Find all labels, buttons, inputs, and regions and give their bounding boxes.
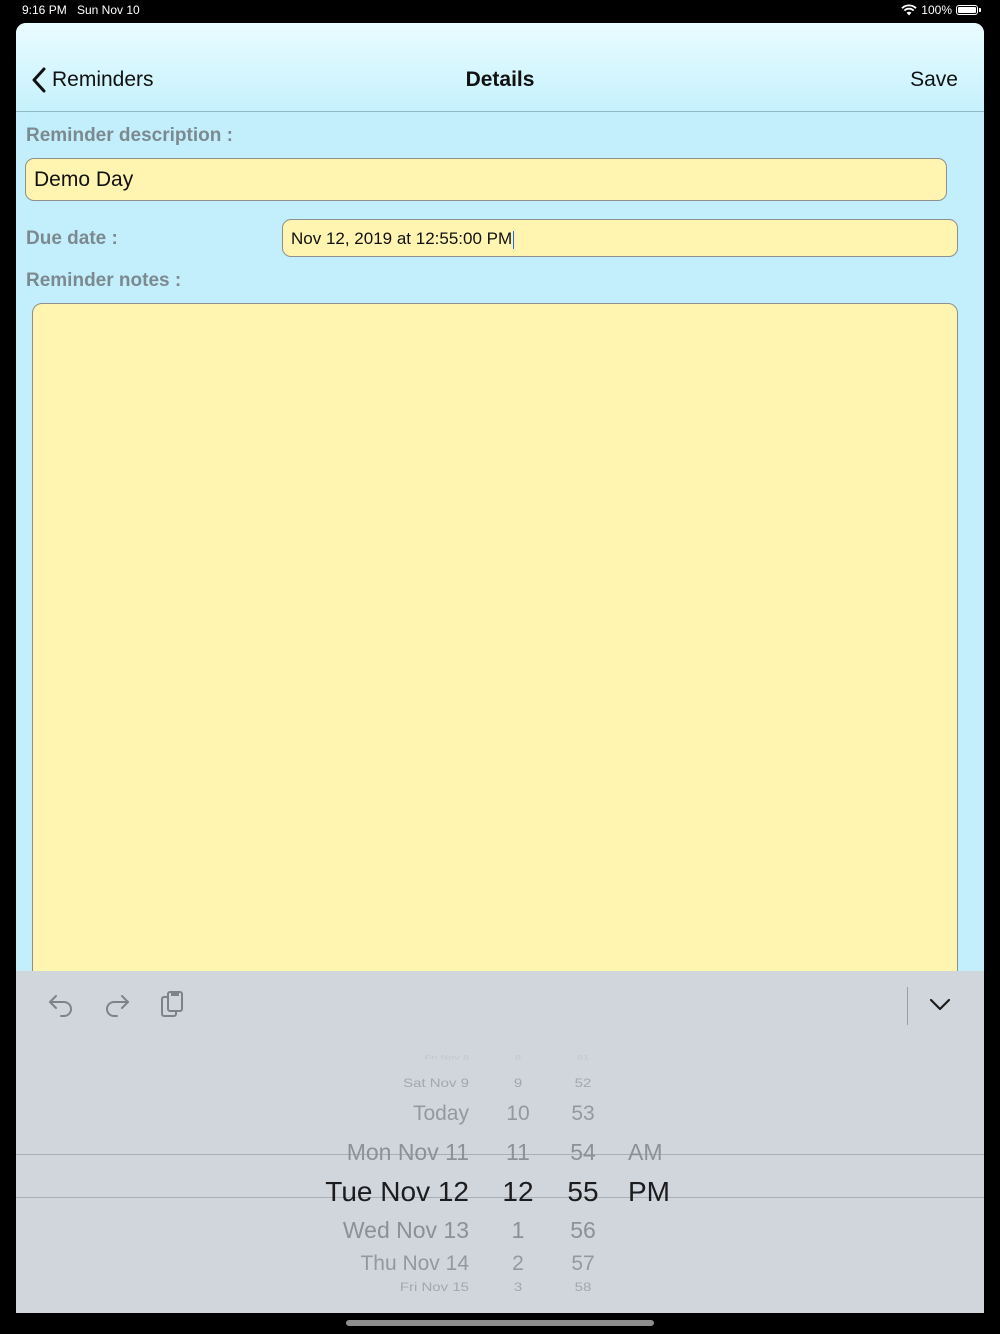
picker-minute-option[interactable]: 56 <box>551 1217 615 1244</box>
picker-minute-selected[interactable]: 55 <box>551 1176 615 1208</box>
chevron-down-icon[interactable] <box>925 989 955 1019</box>
picker-hour-option[interactable]: 1 <box>488 1217 548 1244</box>
picker-date-option[interactable]: Thu Nov 14 <box>360 1252 469 1276</box>
toolbar-divider <box>907 987 908 1025</box>
due-date-value: Nov 12, 2019 at 12:55:00 PM <box>291 229 513 248</box>
picker-date-selected[interactable]: Tue Nov 12 <box>325 1176 469 1208</box>
undo-icon[interactable] <box>46 989 76 1019</box>
picker-hour-option[interactable]: 2 <box>488 1252 548 1276</box>
picker-date-option[interactable]: Fri Nov 8 <box>424 1055 469 1062</box>
picker-hour-option[interactable]: 9 <box>488 1077 548 1091</box>
picker-date-option[interactable]: Mon Nov 11 <box>347 1139 469 1166</box>
picker-minute-option[interactable]: 52 <box>551 1077 615 1091</box>
input-accessory-area: Fri Nov 8 Sat Nov 9 Today Mon Nov 11 Tue… <box>16 971 984 1313</box>
picker-hour-selected[interactable]: 12 <box>488 1176 548 1208</box>
shortcut-toolbar <box>16 971 984 1041</box>
date-time-picker[interactable]: Fri Nov 8 Sat Nov 9 Today Mon Nov 11 Tue… <box>16 1051 984 1294</box>
battery-percent: 100% <box>921 3 952 17</box>
picker-minute-option[interactable]: 54 <box>551 1139 615 1166</box>
home-indicator[interactable] <box>346 1320 654 1326</box>
wifi-icon <box>901 4 917 16</box>
details-sheet: Reminders Details Save Reminder descript… <box>16 23 984 1313</box>
notes-label: Reminder notes : <box>26 270 182 291</box>
due-date-label: Due date : <box>26 228 118 249</box>
picker-ampm-option[interactable]: AM <box>628 1139 663 1166</box>
status-time: 9:16 PM <box>22 3 67 17</box>
picker-minute-option[interactable]: 58 <box>551 1281 615 1295</box>
picker-minute-option[interactable]: 51 <box>551 1055 615 1062</box>
status-bar: 9:16 PM Sun Nov 10 100% <box>0 0 1000 22</box>
picker-hour-option[interactable]: 8 <box>488 1055 548 1062</box>
notes-textarea[interactable] <box>32 303 958 1023</box>
status-right: 100% <box>901 3 981 17</box>
picker-date-option[interactable]: Fri Nov 15 <box>400 1281 469 1295</box>
due-date-field[interactable]: Nov 12, 2019 at 12:55:00 PM <box>282 219 958 257</box>
save-button[interactable]: Save <box>910 68 958 92</box>
picker-hour-option[interactable]: 10 <box>488 1102 548 1126</box>
picker-date-option[interactable]: Sat Nov 9 <box>403 1077 469 1091</box>
page-title: Details <box>465 68 535 91</box>
redo-icon[interactable] <box>102 989 132 1019</box>
text-cursor <box>513 230 515 249</box>
navigation-bar: Reminders Details Save <box>16 23 984 112</box>
description-field[interactable]: Demo Day <box>25 158 947 201</box>
battery-icon <box>956 5 981 15</box>
paste-icon[interactable] <box>158 989 188 1019</box>
picker-date-option[interactable]: Wed Nov 13 <box>343 1217 469 1244</box>
picker-minute-option[interactable]: 57 <box>551 1252 615 1276</box>
picker-hour-option[interactable]: 11 <box>488 1139 548 1166</box>
picker-date-option[interactable]: Today <box>413 1102 469 1126</box>
picker-ampm-selected[interactable]: PM <box>628 1176 670 1208</box>
picker-hour-option[interactable]: 3 <box>488 1281 548 1295</box>
description-value: Demo Day <box>34 168 134 191</box>
status-date: Sun Nov 10 <box>77 3 140 17</box>
picker-minute-option[interactable]: 53 <box>551 1102 615 1126</box>
description-label: Reminder description : <box>26 125 233 146</box>
